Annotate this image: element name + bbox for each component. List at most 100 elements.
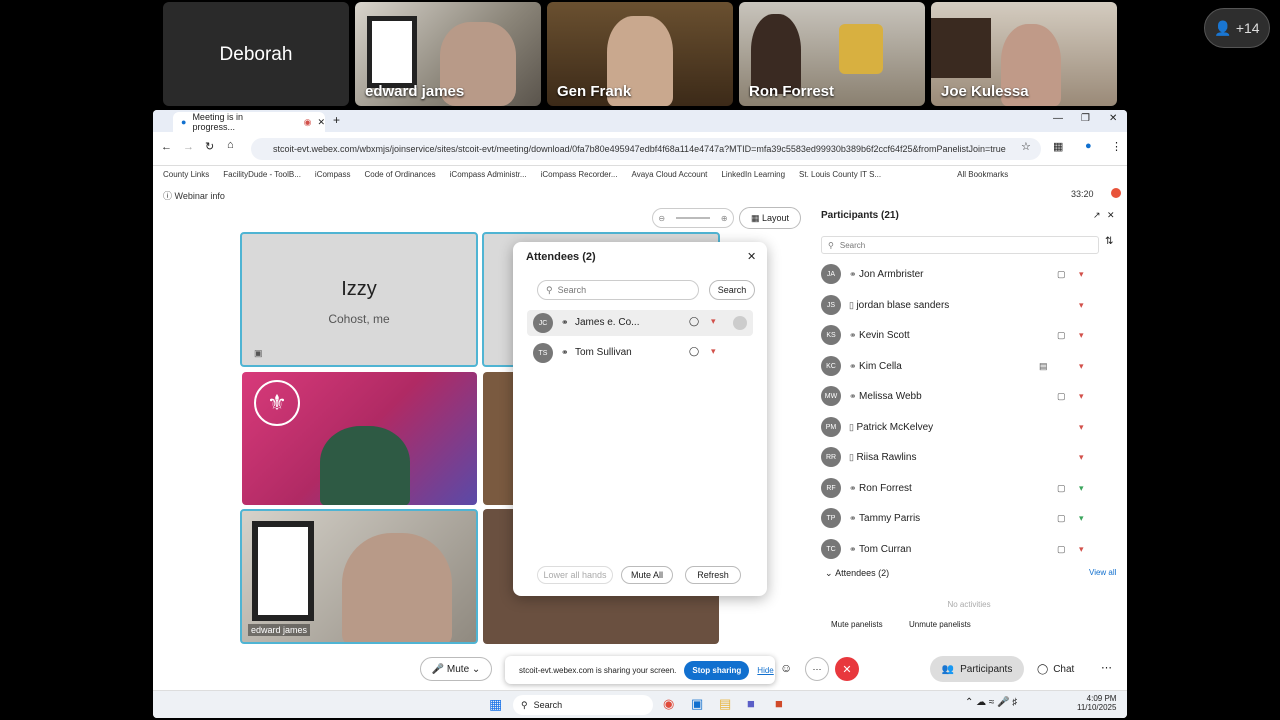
participant-search-input[interactable]: ⚲ Search [821,236,1099,254]
more-options-button[interactable]: ⋯ [805,657,829,681]
mic-muted-icon[interactable]: ▾ [711,346,716,357]
chat-button[interactable]: ◯ Chat [1037,656,1087,682]
attendees-section-toggle[interactable]: ⌄ Attendees (2) [825,568,889,579]
mic-on-icon[interactable]: ▾ [1079,513,1084,524]
participant-row[interactable]: JS ▯ jordan blase sanders ▾ [821,291,1111,319]
all-bookmarks[interactable]: All Bookmarks [957,170,1008,179]
mic-muted-icon[interactable]: ▾ [1079,361,1084,372]
more-icon[interactable]: ⋯ [1101,661,1112,674]
close-icon[interactable]: ✕ [747,250,756,263]
bookmark-item[interactable]: iCompass [315,170,351,179]
minimize-icon[interactable]: — [1053,113,1063,124]
participant-row[interactable]: KS ⚭ Kevin Scott ▢ ▾ [821,321,1111,349]
bookmark-item[interactable]: Avaya Cloud Account [632,170,708,179]
clock-date: 11/10/2025 [1077,703,1117,712]
reactions-icon[interactable]: ☺ [780,661,792,675]
slider-track[interactable] [675,217,710,219]
bookmark-item[interactable]: iCompass Administr... [450,170,527,179]
mic-muted-icon[interactable]: ▾ [1079,544,1084,555]
participant-row[interactable]: MW ⚭ Melissa Webb ▢ ▾ [821,382,1111,410]
close-panel-icon[interactable]: ✕ [1107,210,1115,221]
outlook-icon[interactable]: ▣ [691,696,703,712]
lower-all-hands-button[interactable]: Lower all hands [537,566,613,584]
video-tile-edward[interactable]: edward james [355,2,541,106]
bookmark-item[interactable]: LinkedIn Learning [721,170,785,179]
mic-muted-icon[interactable]: ▾ [1079,422,1084,433]
zoom-out-icon[interactable]: ⊖ [658,214,665,223]
hide-link[interactable]: Hide [757,666,773,675]
reload-icon[interactable]: ↻ [205,140,214,153]
mic-muted-icon[interactable]: ▾ [1079,452,1084,463]
star-icon[interactable]: ☆ [1021,140,1031,153]
chat-icon[interactable]: ◯ [689,346,699,357]
zoom-slider[interactable]: ⊖ ⊕ [652,208,734,228]
participant-row[interactable]: TC ⚭ Tom Curran ▢ ▾ [821,535,1111,563]
view-all-link[interactable]: View all [1089,568,1116,577]
video-tile-deborah[interactable]: Deborah [163,2,349,106]
participant-row[interactable]: RR ▯ Riisa Rawlins ▾ [821,443,1111,471]
more-participants-button[interactable]: 👤 +14 [1204,8,1270,48]
chrome-icon[interactable]: ◉ [663,696,674,712]
video-tile-edward-stage[interactable]: edward james [240,509,478,644]
layout-button[interactable]: ▦ Layout [739,207,801,229]
system-tray-icons[interactable]: ⌃ ☁ ≈ 🎤 ♯ [965,697,1017,708]
search-button[interactable]: Search [709,280,755,300]
refresh-button[interactable]: Refresh [685,566,741,584]
profile-icon[interactable]: ● [1085,140,1092,152]
mic-muted-icon[interactable]: ▾ [1079,269,1084,280]
extensions-icon[interactable]: ▦ [1053,140,1063,153]
video-tile-gen[interactable]: Gen Frank [547,2,733,106]
attendee-search-input[interactable]: ⚲ Search [537,280,699,300]
popout-icon[interactable]: ↗ [1093,210,1101,221]
taskbar-search[interactable]: ⚲ Search [513,695,653,715]
maximize-icon[interactable]: ❐ [1081,113,1090,124]
back-icon[interactable]: ← [161,141,172,153]
chat-icon[interactable]: ◯ [689,316,699,327]
windows-start-icon[interactable]: ▦ [489,696,502,713]
mic-muted-icon[interactable]: ▾ [1079,330,1084,341]
participant-row[interactable]: KC ⚭ Kim Cella ▤ ▾ [821,352,1111,380]
mute-button[interactable]: 🎤 Mute ⌄ [420,657,492,681]
mic-muted-icon[interactable]: ▾ [711,316,716,327]
url-field[interactable]: stcoit-evt.webex.com/wbxmjs/joinservice/… [251,138,1041,160]
more-options-icon[interactable] [733,316,747,330]
participant-row[interactable]: JA ⚭ Jon Armbrister ▢ ▾ [821,260,1111,288]
bookmark-item[interactable]: County Links [163,170,209,179]
close-tab-icon[interactable]: ✕ [317,117,325,128]
browser-tab[interactable]: ● Meeting is in progress... ◉ ✕ [173,112,325,132]
teams-icon[interactable]: ■ [747,696,755,711]
new-tab-icon[interactable]: + [333,113,340,127]
zoom-in-icon[interactable]: ⊕ [721,214,728,223]
mic-muted-icon[interactable]: ▾ [1079,391,1084,402]
attendee-row[interactable]: TS ⚭ Tom Sullivan ◯ ▾ [527,340,753,366]
mute-all-button[interactable]: Mute All [621,566,673,584]
forward-icon[interactable]: → [183,141,194,153]
stop-sharing-button[interactable]: Stop sharing [684,660,750,680]
file-explorer-icon[interactable]: ▤ [719,696,731,712]
video-tile-presenter[interactable]: ⚜ [242,372,477,505]
mute-panelists-button[interactable]: Mute panelists [831,620,883,629]
taskbar-clock[interactable]: 4:09 PM 11/10/2025 [1077,694,1116,712]
close-window-icon[interactable]: ✕ [1109,113,1117,124]
participant-row[interactable]: TP ⚭ Tammy Parris ▢ ▾ [821,504,1111,532]
bookmark-item[interactable]: St. Louis County IT S... [799,170,881,179]
video-tile-ron[interactable]: Ron Forrest [739,2,925,106]
participants-button[interactable]: 👥 Participants [930,656,1024,682]
home-icon[interactable]: ⌂ [227,139,234,151]
menu-icon[interactable]: ⋮ [1111,140,1122,153]
sort-icon[interactable]: ⇅ [1105,236,1113,247]
unmute-panelists-button[interactable]: Unmute panelists [909,620,971,629]
powerpoint-icon[interactable]: ■ [775,696,783,711]
mic-on-icon[interactable]: ▾ [1079,483,1084,494]
participant-row[interactable]: PM ▯ Patrick McKelvey ▾ [821,413,1111,441]
video-tile-joe[interactable]: Joe Kulessa [931,2,1117,106]
bookmark-item[interactable]: Code of Ordinances [365,170,436,179]
webinar-info-link[interactable]: ⓘ Webinar info [163,189,225,202]
end-call-button[interactable]: ✕ [835,657,859,681]
participant-row[interactable]: RF ⚭ Ron Forrest ▢ ▾ [821,474,1111,502]
video-tile-izzy[interactable]: Izzy Cohost, me ▣ [240,232,478,367]
mic-muted-icon[interactable]: ▾ [1079,300,1084,311]
attendee-row[interactable]: JC ⚭ James e. Co... ◯ ▾ [527,310,753,336]
bookmark-item[interactable]: iCompass Recorder... [541,170,618,179]
bookmark-item[interactable]: FacilityDude - ToolB... [223,170,301,179]
